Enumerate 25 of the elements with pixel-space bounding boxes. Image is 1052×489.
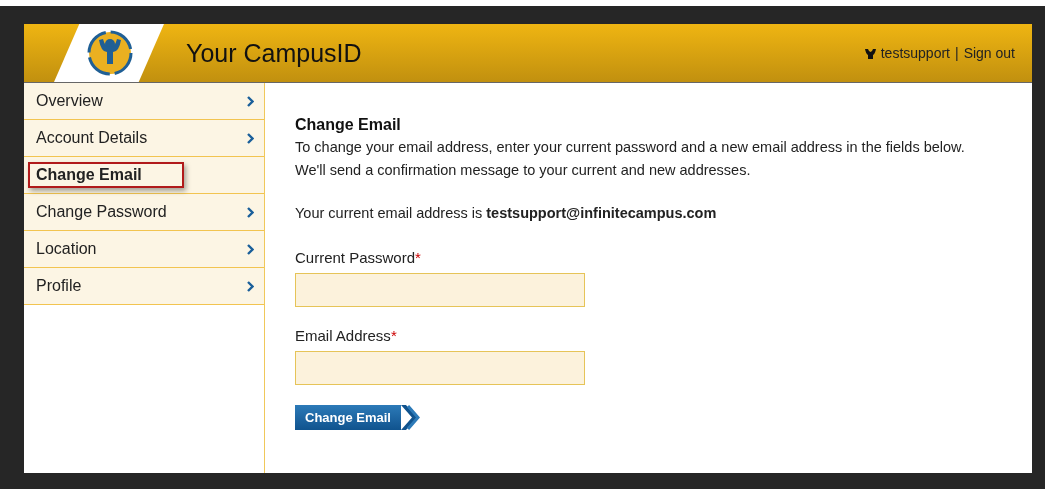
username: testsupport xyxy=(880,45,950,61)
sidebar-item[interactable]: Change Email xyxy=(24,157,264,194)
app-title: Your CampusID xyxy=(186,38,363,68)
current-email-text: Your current email address is testsupport@infinitecampus.com xyxy=(295,204,718,223)
chevron-right-icon xyxy=(247,243,254,255)
input-field[interactable] xyxy=(295,273,585,307)
sidebar-item[interactable]: Overview xyxy=(24,83,264,120)
sidebar-item[interactable]: Location xyxy=(24,231,264,268)
field-label: Current Password* xyxy=(295,249,422,266)
sidebar-item[interactable]: Change Password xyxy=(24,194,264,231)
sign-out-link[interactable]: Sign out xyxy=(963,45,1015,61)
description-text: To change your email address, enter your current password and a new email address in the fields below. We'll send a confirmation message to your current and new addresses. xyxy=(295,138,966,180)
double-chevron-icon xyxy=(400,405,423,430)
sidebar-item[interactable]: Account Details xyxy=(24,120,264,157)
chevron-right-icon xyxy=(247,280,254,292)
sidebar-item[interactable]: Profile xyxy=(24,268,264,305)
user-icon xyxy=(864,47,876,59)
field-label: Email Address* xyxy=(295,327,398,344)
separator: | xyxy=(955,45,959,61)
logo-icon xyxy=(86,29,134,77)
chevron-right-icon xyxy=(247,132,254,144)
chevron-right-icon xyxy=(247,95,254,107)
section-heading: Change Email xyxy=(295,116,402,134)
input-field[interactable] xyxy=(295,351,585,385)
chevron-right-icon xyxy=(247,206,254,218)
